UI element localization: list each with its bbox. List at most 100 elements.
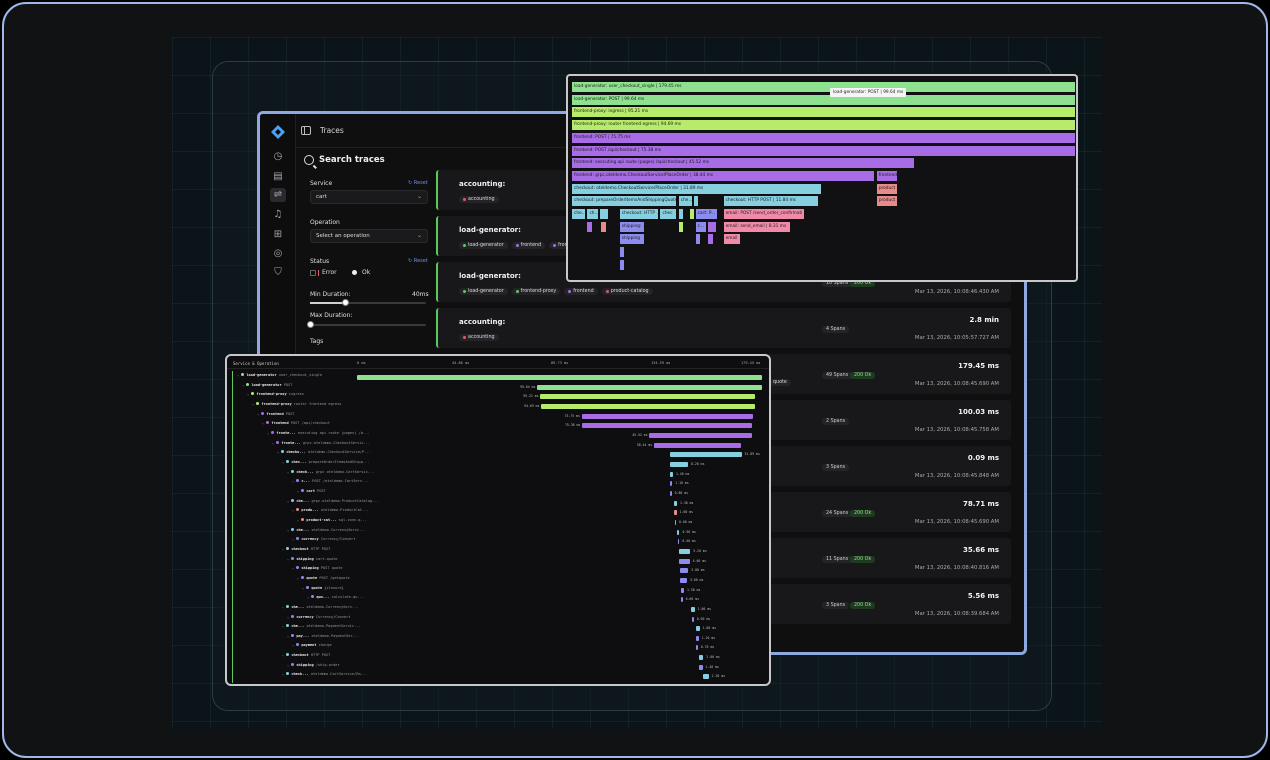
settings-icon[interactable]: ◎	[271, 247, 285, 261]
waterfall-row-label[interactable]: ⌄ che... oteldemo.CurrencyServ...	[282, 604, 358, 613]
flame-span-bar[interactable]: frontend-proxy: router frontend egress |…	[572, 120, 1076, 131]
waterfall-span-bar[interactable]	[653, 442, 741, 448]
dashboard-icon[interactable]: ◷	[271, 150, 285, 164]
waterfall-row-label[interactable]: ⌄ che... grpc.oteldemo.ProductCatalog...	[287, 498, 379, 507]
waterfall-row-label[interactable]: ⌄ fronte... executing api route (pages) …	[267, 430, 369, 439]
waterfall-row-label[interactable]: ⌄ checkout HTTP POST	[282, 653, 330, 661]
service-tag[interactable]: frontend	[511, 242, 546, 249]
service-select[interactable]: cart ⌄	[310, 190, 428, 204]
waterfall-row-label[interactable]: ⌄ quote POST /getquote	[297, 575, 350, 584]
waterfall-row-label[interactable]: ⌄ quote {closure}	[302, 585, 344, 594]
waterfall-row-label[interactable]: ⌄ frontend-proxy router frontend egress	[252, 401, 341, 410]
status-reset-button[interactable]: ↻ Reset	[408, 258, 428, 264]
status-ok-radio[interactable]	[352, 270, 357, 275]
waterfall-span-bar[interactable]	[669, 452, 742, 458]
waterfall-row-label[interactable]: ⌄ checkout HTTP POST	[282, 546, 330, 555]
flame-span-bar[interactable]: frontend-proxy: ingress | 95.21 ms	[572, 107, 1076, 118]
flame-span-bar[interactable]: shipping: ...	[619, 221, 645, 232]
operation-select[interactable]: Select an operation ⌄	[310, 229, 428, 243]
flame-span-bar[interactable]	[587, 221, 594, 232]
flame-span-bar[interactable]	[600, 209, 609, 219]
flame-span-bar[interactable]: email: POST /send_order_confirmati	[723, 209, 806, 219]
flame-span-bar[interactable]: checkout: oteldemo.CheckoutService/Place…	[572, 183, 822, 194]
waterfall-row-label[interactable]: ⌄ chec... prepareOrderItemsAndShipp...	[282, 459, 369, 468]
service-tag[interactable]: product-catalog	[601, 288, 653, 295]
flame-span-bar[interactable]	[708, 234, 714, 245]
waterfall-row-label[interactable]: ⌄ product-cat... sql.conn.q...	[297, 517, 367, 526]
service-tag[interactable]: frontend-proxy	[511, 288, 561, 295]
logs-icon[interactable]: ▤	[271, 170, 285, 184]
flame-span-bar[interactable]	[619, 247, 625, 258]
service-tag[interactable]: load-generator	[459, 242, 508, 249]
waterfall-span-bar[interactable]	[695, 626, 700, 632]
flame-span-bar[interactable]: frontend: grpc.oteldemo.CheckoutService/…	[572, 170, 876, 181]
waterfall-row-label[interactable]: ⌄ load-generator POST	[242, 382, 292, 391]
flame-span-bar[interactable]: load-generator: POST | 99.64 ms	[572, 94, 1076, 105]
waterfall-span-bar[interactable]	[357, 375, 762, 380]
waterfall-span-bar[interactable]	[680, 587, 684, 593]
flame-span-bar[interactable]	[689, 209, 695, 219]
waterfall-span-bar[interactable]	[669, 490, 672, 496]
trace-card[interactable]: accounting: accounting 4 Spans 2.8 min Mar 1…	[436, 308, 1011, 348]
waterfall-span-bar[interactable]	[674, 510, 677, 516]
waterfall-span-bar[interactable]	[677, 539, 680, 545]
shield-icon[interactable]: ⛉	[271, 266, 285, 280]
waterfall-row-label[interactable]: ⌄ checko... oteldemo.CheckoutService/P..…	[277, 450, 371, 458]
waterfall-row-label[interactable]: ⌄ check... grpc oteldemo.CartServic...	[287, 469, 374, 478]
max-duration-slider[interactable]	[307, 321, 426, 328]
flame-span-bar[interactable]: che...	[572, 209, 587, 219]
waterfall-row-label[interactable]: ⌄ produ... oteldemo.ProductCat...	[292, 508, 368, 516]
waterfall-span-bar[interactable]	[677, 529, 680, 535]
flame-span-bar[interactable]: product	[876, 196, 898, 207]
waterfall-row-label[interactable]: ⌄ quo... calculate-qu...	[307, 595, 364, 603]
max-duration-slider-thumb[interactable]	[307, 321, 314, 328]
waterfall-span-bar[interactable]	[695, 635, 699, 641]
waterfall-span-bar[interactable]	[674, 519, 677, 525]
waterfall-row-label[interactable]: ⌄ frontend POST	[257, 411, 294, 420]
waterfall-row-label[interactable]: ⌄ cart POST	[297, 488, 326, 497]
waterfall-span-bar[interactable]	[679, 568, 689, 574]
flame-span-bar[interactable]: chec	[660, 209, 678, 219]
waterfall-row-label[interactable]: ⌄ shipping cart-quote	[287, 556, 337, 565]
waterfall-row-label[interactable]: ⌄ fronte... grpc.oteldemo.CheckoutServic…	[272, 440, 370, 449]
waterfall-span-bar[interactable]	[703, 674, 709, 680]
waterfall-row-label[interactable]: ⌄ currency Currency/Convert	[292, 537, 355, 545]
flame-span-bar[interactable]	[678, 221, 684, 232]
waterfall-row-label[interactable]: ⌄ pay... oteldemo.PaymentSer...	[287, 633, 359, 642]
waterfall-span-bar[interactable]	[698, 655, 704, 661]
flame-span-bar[interactable]: load-generator: user_checkout_single | 1…	[572, 82, 1076, 92]
flame-span-bar[interactable]: frontend: gr	[876, 170, 898, 181]
waterfall-span-bar[interactable]	[678, 548, 691, 554]
flame-span-bar[interactable]: product	[876, 183, 898, 194]
waterfall-row-label[interactable]: ⌄ che... oteldemo.PaymentServic...	[282, 624, 361, 632]
flame-span-bar[interactable]: checkout: prepareOrderItemsAndShippingQu…	[572, 196, 678, 207]
service-tag[interactable]: accounting	[459, 334, 499, 341]
flame-span-bar[interactable]	[708, 221, 717, 232]
waterfall-span-bar[interactable]	[669, 461, 689, 467]
waterfall-row-label[interactable]: ⌄ payment charge	[292, 643, 332, 651]
waterfall-span-bar[interactable]	[696, 645, 698, 651]
flame-span-bar[interactable]: shipping	[619, 234, 645, 245]
waterfall-span-bar[interactable]	[541, 403, 755, 409]
waterfall-span-bar[interactable]	[582, 423, 753, 429]
flame-span-bar[interactable]: email	[723, 234, 741, 245]
flame-span-bar[interactable]: c...	[695, 221, 707, 232]
flame-span-bar[interactable]	[678, 209, 684, 219]
waterfall-span-bar[interactable]	[699, 664, 703, 670]
traces-icon[interactable]: ⇌	[270, 188, 286, 202]
waterfall-span-bar[interactable]	[537, 384, 762, 390]
waterfall-span-bar[interactable]	[679, 558, 690, 564]
flame-span-bar[interactable]	[694, 196, 700, 207]
waterfall-span-bar[interactable]	[669, 471, 673, 477]
sidebar-toggle-icon[interactable]	[301, 126, 311, 135]
flame-span-bar[interactable]: email: send_email | 8.31 ms	[723, 221, 792, 232]
flame-span-bar[interactable]: che...	[678, 196, 693, 207]
waterfall-span-bar[interactable]	[540, 394, 756, 400]
flame-span-bar[interactable]: checkout: HTTP POST | 11.84 ms	[723, 196, 820, 207]
waterfall-span-bar[interactable]	[669, 481, 673, 487]
service-reset-button[interactable]: ↻ Reset	[408, 180, 428, 186]
service-tag[interactable]: frontend	[564, 288, 598, 295]
waterfall-span-bar[interactable]	[649, 432, 752, 438]
waterfall-row-label[interactable]: ⌄ c... POST /oteldemo.CartServ...	[292, 479, 368, 487]
flame-span-bar[interactable]: ch...	[587, 209, 599, 219]
